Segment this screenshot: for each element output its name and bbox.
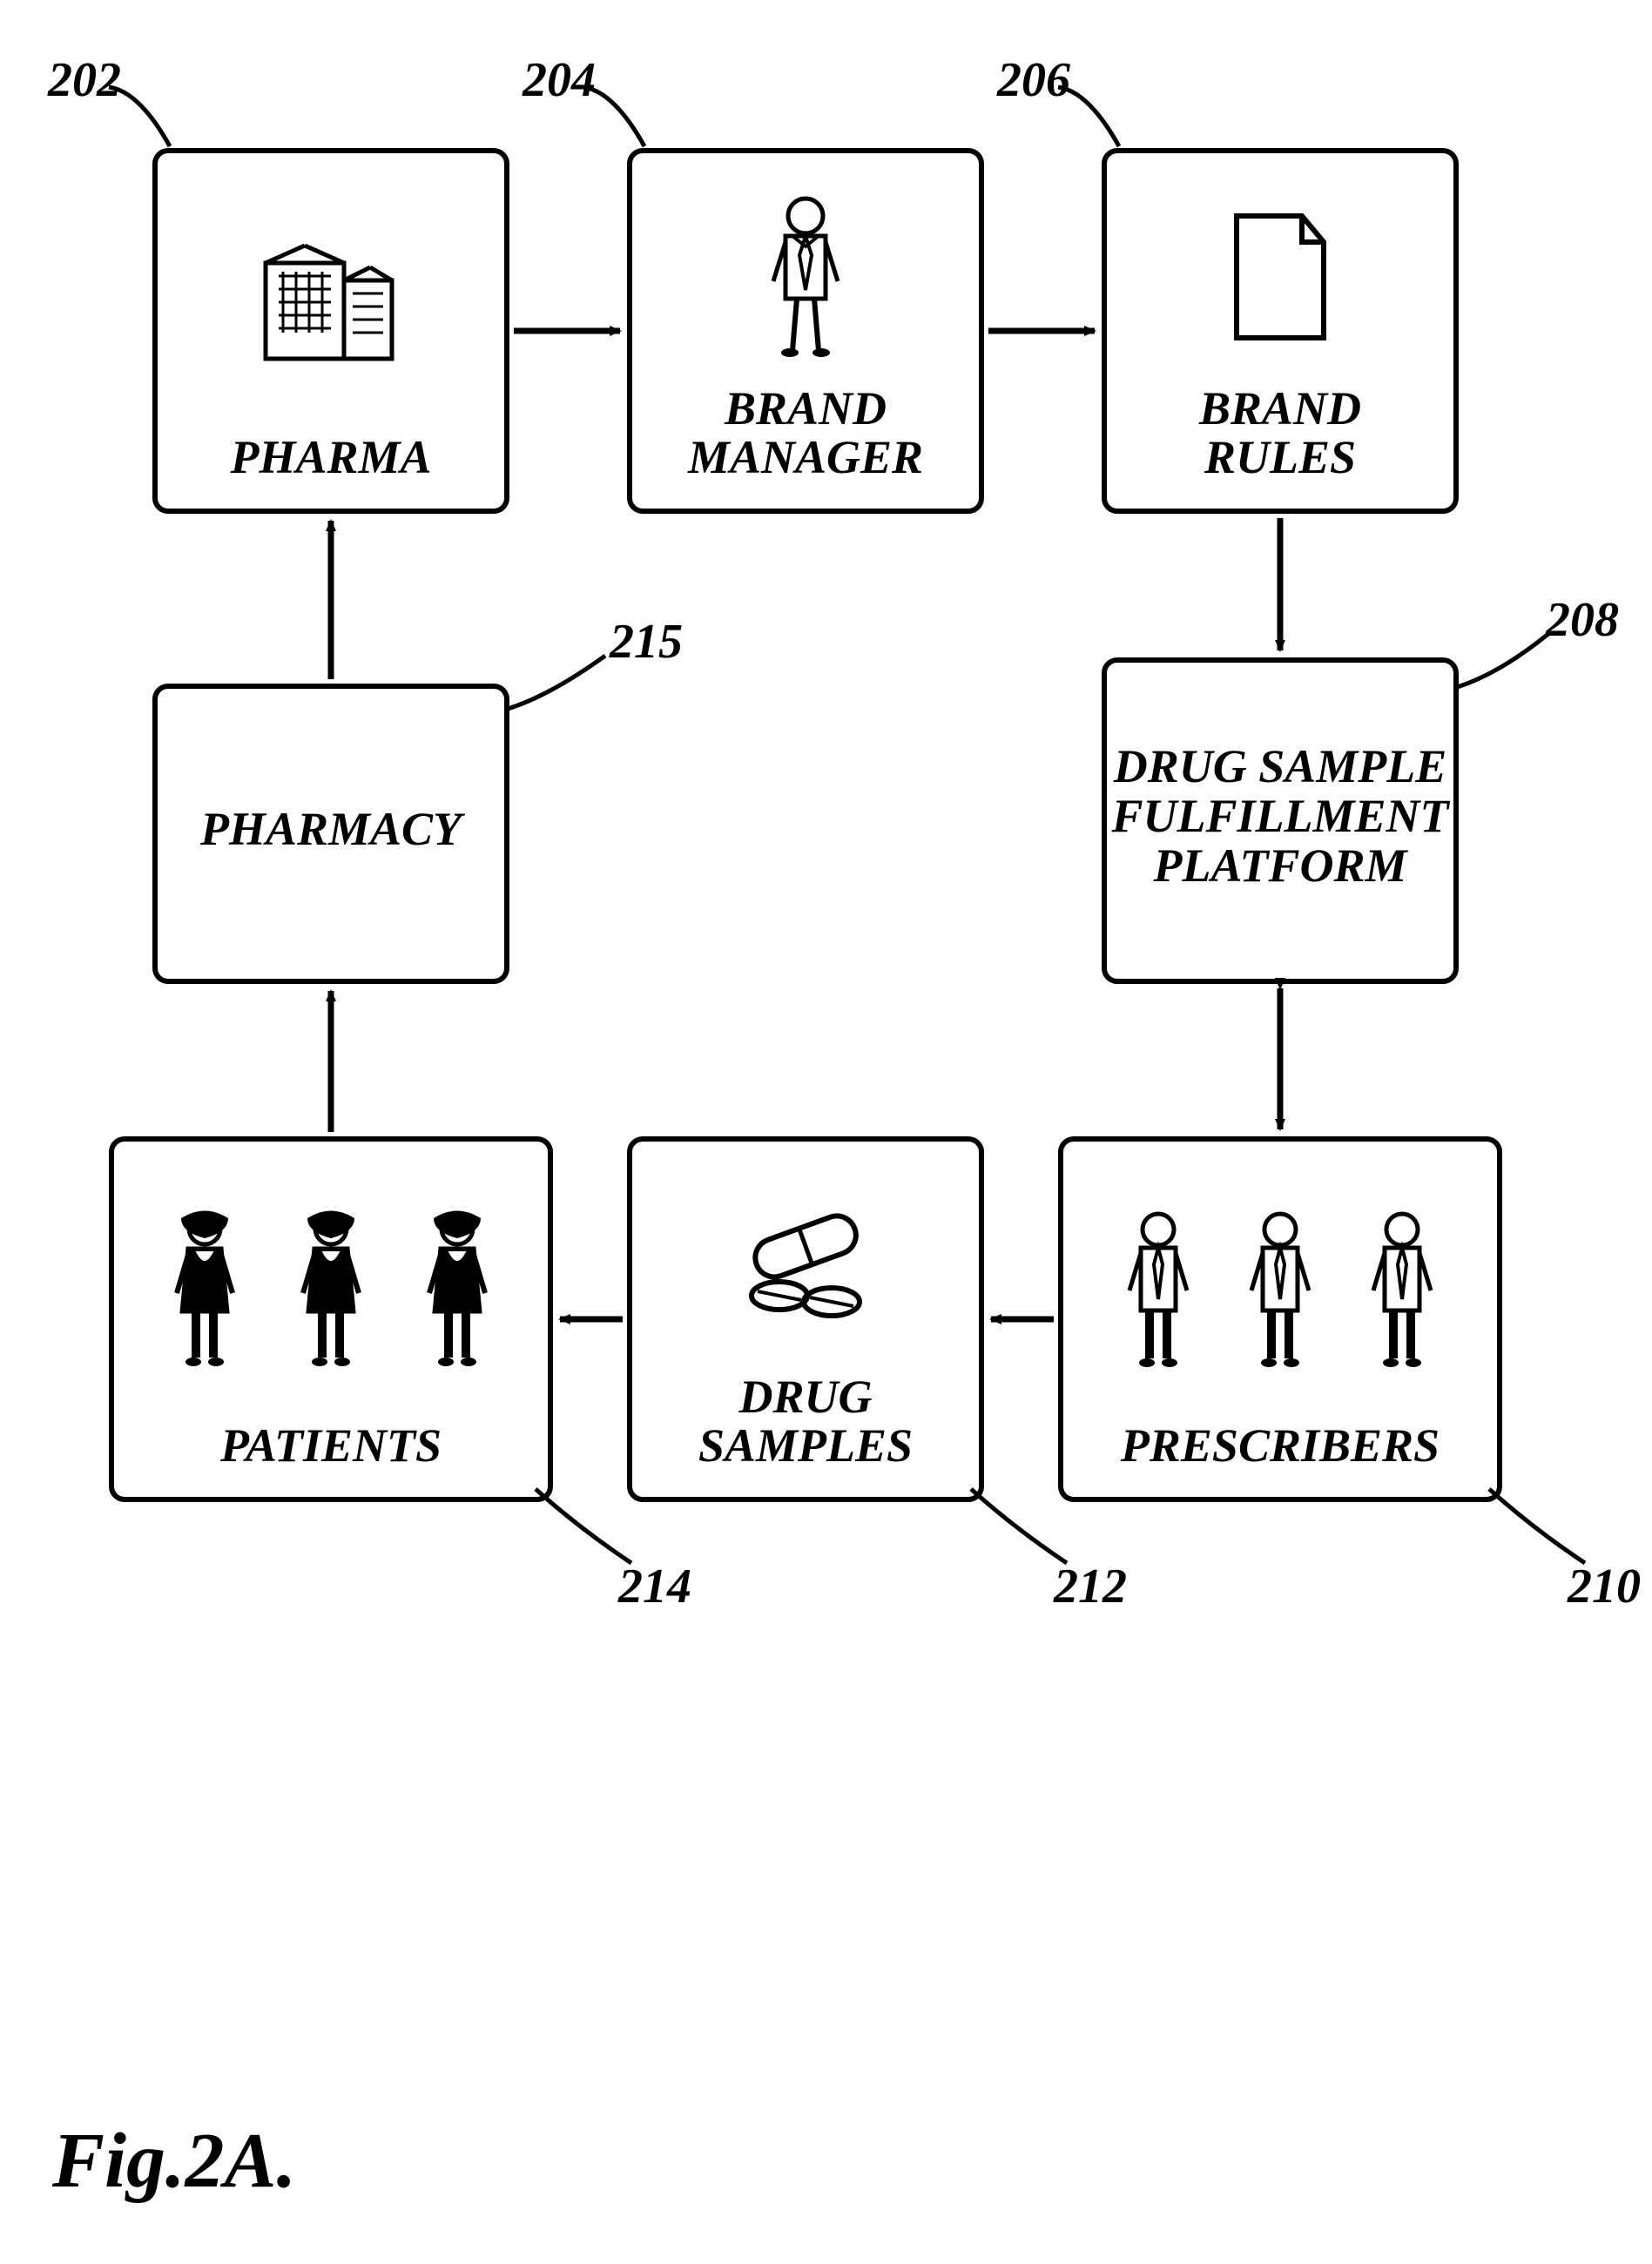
- diagram-canvas: PHARMA BRAND MANAG: [0, 0, 1652, 2264]
- figure-label: Fig.2A.: [52, 2116, 296, 2206]
- arrows: [0, 0, 1652, 1829]
- ref-208: 208: [1546, 592, 1619, 648]
- ref-204: 204: [523, 52, 596, 108]
- ref-210: 210: [1568, 1559, 1641, 1614]
- ref-215: 215: [610, 614, 683, 670]
- ref-214: 214: [618, 1559, 691, 1614]
- ref-206: 206: [997, 52, 1070, 108]
- ref-212: 212: [1054, 1559, 1127, 1614]
- leader-208: [1446, 627, 1559, 714]
- ref-202: 202: [48, 52, 121, 108]
- leader-215: [496, 649, 618, 736]
